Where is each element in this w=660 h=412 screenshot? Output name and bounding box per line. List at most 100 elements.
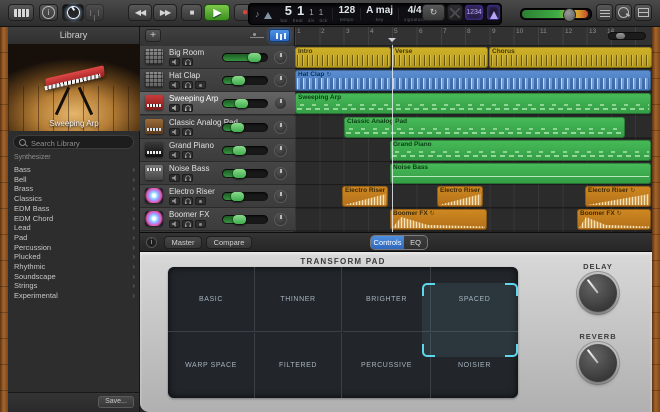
region-boomer-fx[interactable]: Boomer FX↻: [577, 209, 651, 230]
solo-button[interactable]: [182, 197, 193, 205]
volume-slider[interactable]: [222, 215, 268, 224]
tab-eq[interactable]: EQ: [404, 236, 427, 249]
region-chorus[interactable]: Chorus: [489, 47, 652, 68]
library-item-soundscape[interactable]: Soundscape›: [8, 272, 140, 282]
input-monitor-button[interactable]: [195, 220, 206, 228]
pad-filtered[interactable]: FILTERED: [255, 333, 342, 398]
delay-knob[interactable]: [579, 274, 617, 312]
track-header-hat-clap[interactable]: Hat Clap: [140, 69, 295, 92]
library-item-classics[interactable]: Classics›: [8, 194, 140, 204]
track-header-sweeping-arp[interactable]: Sweeping Arp: [140, 92, 295, 115]
input-monitor-button[interactable]: [195, 197, 206, 205]
play-button[interactable]: ▶: [204, 4, 230, 21]
tab-controls[interactable]: Controls: [371, 236, 404, 249]
volume-slider[interactable]: [222, 146, 268, 155]
save-button[interactable]: Save...: [98, 396, 134, 408]
media-browser-button[interactable]: [634, 4, 652, 21]
library-item-pad[interactable]: Pad›: [8, 233, 140, 243]
region-electro-riser[interactable]: Electro Riser↻: [437, 186, 483, 207]
mute-button[interactable]: [169, 81, 180, 89]
mute-button[interactable]: [169, 174, 180, 182]
volume-slider[interactable]: [222, 169, 268, 178]
library-item-rhythmic[interactable]: Rhythmic›: [8, 262, 140, 272]
library-toggle-button[interactable]: [8, 4, 34, 21]
transform-pad-selection[interactable]: [422, 283, 518, 357]
track-header-big-room[interactable]: Big Room: [140, 46, 295, 69]
region-electro-riser[interactable]: Electro Riser↻: [342, 186, 388, 207]
mute-button[interactable]: [169, 151, 180, 159]
add-track-button[interactable]: +: [145, 29, 161, 42]
solo-button[interactable]: [182, 81, 193, 89]
library-item-plucked[interactable]: Plucked›: [8, 252, 140, 262]
region-intro[interactable]: Intro: [295, 47, 391, 68]
mixer-toggle-button[interactable]: [269, 29, 290, 42]
pan-knob[interactable]: [274, 190, 287, 203]
metronome-button[interactable]: [486, 4, 501, 21]
library-item-experimental[interactable]: Experimental›: [8, 291, 140, 301]
solo-button[interactable]: [182, 58, 193, 66]
region-classic-analog-pad[interactable]: Classic Analog Pad: [344, 117, 625, 138]
region-sweeping-arp[interactable]: Sweeping Arp: [295, 93, 651, 114]
arrange-area[interactable]: 1 2 3 4 5 6 7 8 9 10 11 12 13 14 Intro V…: [295, 26, 652, 232]
library-item-lead[interactable]: Lead›: [8, 223, 140, 233]
tuner-button[interactable]: [85, 4, 104, 21]
pan-knob[interactable]: [274, 121, 287, 134]
master-volume-slider[interactable]: [520, 8, 592, 20]
volume-slider[interactable]: [222, 53, 268, 62]
tempo-display[interactable]: 128 tempo: [333, 4, 360, 24]
pad-basic[interactable]: BASIC: [168, 267, 255, 332]
library-search[interactable]: [13, 135, 134, 149]
volume-slider[interactable]: [222, 76, 268, 85]
mute-button[interactable]: [169, 128, 180, 136]
count-in-button[interactable]: 1234: [464, 4, 484, 21]
reverb-knob[interactable]: [579, 344, 617, 382]
pad-thinner[interactable]: THINNER: [255, 267, 342, 332]
mute-button[interactable]: [169, 58, 180, 66]
forward-button[interactable]: ▶▶: [153, 4, 177, 21]
track-header-electro-riser[interactable]: Electro Riser: [140, 185, 295, 208]
region-hat-clap[interactable]: Hat Clap↻: [295, 70, 651, 91]
library-item-edm-chord[interactable]: EDM Chord›: [8, 214, 140, 224]
volume-knob[interactable]: [563, 8, 576, 22]
mute-button[interactable]: [169, 197, 180, 205]
library-item-strings[interactable]: Strings›: [8, 281, 140, 291]
volume-slider[interactable]: [222, 123, 268, 132]
cycle-button[interactable]: ↻: [422, 4, 445, 21]
smart-controls-button[interactable]: [62, 4, 84, 21]
loop-browser-button[interactable]: [615, 4, 632, 21]
track-header-grand-piano[interactable]: Grand Piano: [140, 139, 295, 162]
rewind-button[interactable]: ◀◀: [128, 4, 152, 21]
mute-button[interactable]: [169, 104, 180, 112]
volume-slider[interactable]: [222, 99, 268, 108]
quick-help-button[interactable]: i: [39, 4, 58, 21]
pan-knob[interactable]: [274, 167, 287, 180]
pan-knob[interactable]: [274, 97, 287, 110]
solo-button[interactable]: [182, 128, 193, 136]
mute-button[interactable]: [169, 220, 180, 228]
solo-button[interactable]: [182, 151, 193, 159]
stop-button[interactable]: ■: [181, 4, 202, 21]
playhead[interactable]: [392, 45, 393, 232]
editor-button[interactable]: [447, 4, 463, 21]
horizontal-zoom-slider[interactable]: [608, 32, 646, 40]
solo-button[interactable]: [182, 104, 193, 112]
solo-button[interactable]: [182, 174, 193, 182]
pan-knob[interactable]: [274, 213, 287, 226]
library-item-brass[interactable]: Brass›: [8, 184, 140, 194]
region-electro-riser[interactable]: Electro Riser↻: [585, 186, 651, 207]
pad-percussive[interactable]: PERCUSSIVE: [343, 333, 431, 398]
region-noise-bass[interactable]: Noise Bass: [390, 163, 651, 184]
track-header-noise-bass[interactable]: Noise Bass: [140, 162, 295, 185]
compare-button[interactable]: Compare: [206, 236, 252, 249]
track-header-boomer-fx[interactable]: Boomer FX: [140, 208, 295, 231]
library-item-bell[interactable]: Bell›: [8, 175, 140, 185]
automation-icon[interactable]: [250, 32, 264, 40]
pan-knob[interactable]: [274, 144, 287, 157]
region-boomer-fx[interactable]: Boomer FX↻: [390, 209, 487, 230]
master-button[interactable]: Master: [164, 236, 202, 249]
pad-brighter[interactable]: BRIGHTER: [343, 267, 431, 332]
volume-slider[interactable]: [222, 192, 268, 201]
library-item-edm-bass[interactable]: EDM Bass›: [8, 204, 140, 214]
pad-warp-space[interactable]: WARP SPACE: [168, 333, 255, 398]
library-item-bass[interactable]: Bass›: [8, 165, 140, 175]
